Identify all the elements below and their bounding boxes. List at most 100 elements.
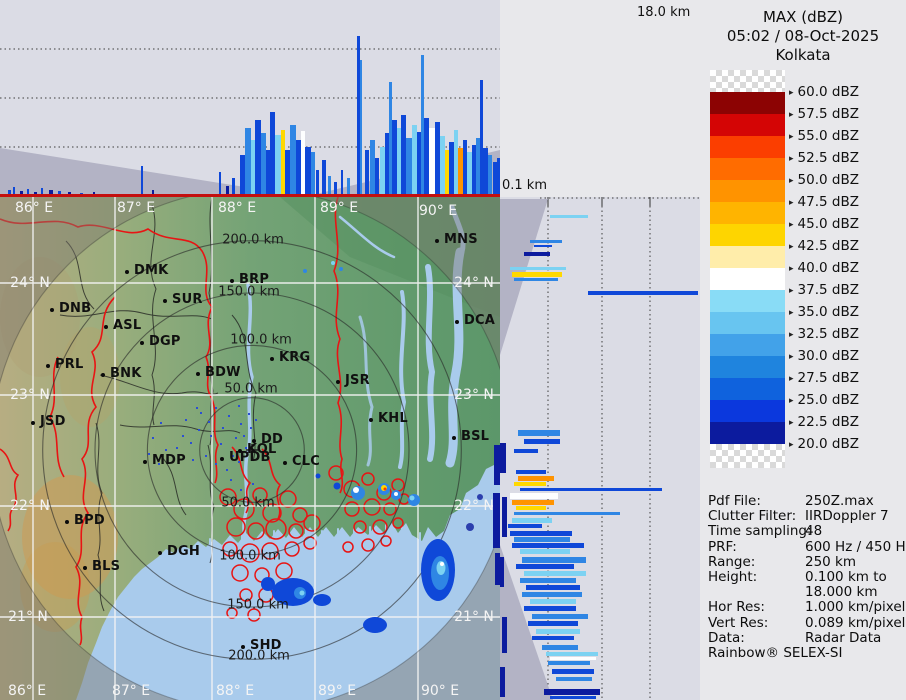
- tick-value: 42.5 dBZ: [797, 238, 859, 254]
- clutter-speckle: [255, 419, 257, 421]
- info-row: Clutter Filter: IIRDoppler 7: [708, 509, 904, 524]
- info-row: Range: 250 km: [708, 554, 904, 570]
- echo-bar: [275, 135, 281, 195]
- legend-band: [710, 312, 785, 334]
- tick-marker-icon: ▸: [789, 263, 794, 274]
- echo-bar: [550, 696, 596, 699]
- echo-bar: [520, 549, 570, 554]
- info-row: Vert Res: 0.089 km/pixel: [708, 614, 905, 631]
- echo-bar: [375, 158, 379, 195]
- echo-bar: [500, 667, 505, 697]
- legend-tick-label: ▸ 47.5 dBZ: [789, 194, 859, 210]
- info-label: Data:: [708, 629, 745, 646]
- clutter-speckle: [210, 435, 212, 437]
- legend-band: [710, 378, 785, 400]
- legend-tick-label: ▸ 30.0 dBZ: [789, 348, 859, 364]
- echo-bar: [255, 120, 261, 195]
- echo-bar: [522, 557, 586, 563]
- legend-tick-label: ▸ 42.5 dBZ: [789, 238, 859, 254]
- clutter-speckle: [215, 407, 217, 409]
- info-value: 0.100 km to: [805, 569, 887, 586]
- echo-bar: [467, 152, 472, 195]
- legend-band: [710, 158, 785, 180]
- info-value: 600 Hz / 450 Hz: [805, 538, 906, 555]
- echo-bar: [514, 278, 558, 281]
- echo-bar: [514, 482, 546, 486]
- echo-bar: [401, 115, 406, 195]
- echo-bar: [550, 215, 588, 218]
- tick-marker-icon: ▸: [789, 87, 794, 98]
- legend-band: [710, 334, 785, 356]
- echo-bar: [397, 128, 401, 195]
- legend-band: [710, 246, 785, 268]
- station-name: Kolkata: [775, 46, 831, 64]
- info-label: Vert Res:: [708, 614, 769, 631]
- echo-bar: [534, 245, 552, 247]
- echo-bar: [508, 524, 542, 528]
- clutter-speckle: [220, 443, 222, 445]
- echo-bar: [493, 162, 497, 195]
- echo-bar: [526, 585, 580, 590]
- clutter-speckle: [192, 459, 194, 461]
- echo-bar: [528, 621, 578, 626]
- echo-bar: [524, 252, 550, 256]
- echo-bar: [141, 166, 143, 195]
- clutter-speckle: [238, 461, 240, 463]
- clutter-speckle: [185, 419, 187, 421]
- legend-tick-label: ▸ 32.5 dBZ: [789, 326, 859, 342]
- echo-bar: [552, 669, 594, 674]
- echo-bar: [232, 178, 235, 195]
- echo-bar: [435, 122, 440, 195]
- echo-side-bars: [500, 215, 698, 699]
- echo-bar: [449, 142, 454, 195]
- echo-bar: [328, 176, 331, 195]
- legend-tick-label: ▸ 25.0 dBZ: [789, 392, 859, 408]
- tick-value: 35.0 dBZ: [797, 304, 859, 320]
- clutter-speckle: [165, 449, 167, 451]
- clutter-speckle: [148, 453, 150, 455]
- echo-bar: [512, 518, 552, 523]
- legend-tick-label: ▸ 20.0 dBZ: [789, 436, 859, 452]
- tick-marker-icon: ▸: [789, 417, 794, 428]
- echo-bar: [550, 657, 596, 660]
- info-label: Pdf File:: [708, 493, 761, 509]
- clutter-speckle: [158, 463, 160, 465]
- echo-bar: [510, 493, 558, 499]
- legend-below-min-swatch: [710, 444, 785, 468]
- legend-band: [710, 290, 785, 312]
- echo-bar: [389, 82, 392, 195]
- legend-header: MAX (dBZ) 05:02 / 08-Oct-2025 Kolkata: [700, 8, 906, 65]
- scan-info-panel: Pdf File: 250Z.max Clutter Filter: IIRDoppl…: [708, 493, 906, 646]
- info-row: Height: 0.100 km to: [708, 569, 904, 586]
- echo-bar: [385, 133, 389, 195]
- tick-value: 50.0 dBZ: [797, 172, 859, 188]
- echo-bar: [530, 599, 576, 604]
- echo-bar: [316, 170, 319, 195]
- legend-tick-label: ▸ 27.5 dBZ: [789, 370, 859, 386]
- echo-bar: [524, 439, 560, 444]
- echo-bar: [510, 267, 566, 270]
- tick-value: 22.5 dBZ: [797, 414, 859, 430]
- clutter-speckle: [190, 442, 192, 444]
- tick-value: 25.0 dBZ: [797, 392, 859, 408]
- info-label: Clutter Filter:: [708, 508, 797, 525]
- clutter-speckle: [232, 455, 234, 457]
- legend-tick-label: ▸ 22.5 dBZ: [789, 414, 859, 430]
- echo-bar: [311, 152, 315, 195]
- tick-marker-icon: ▸: [789, 395, 794, 406]
- clutter-speckle: [245, 447, 247, 449]
- echo-bar: [518, 430, 560, 436]
- legend-band: [710, 268, 785, 290]
- info-value: 1.000 km/pixel: [805, 599, 906, 616]
- echo-bar: [266, 150, 270, 195]
- clutter-speckle: [240, 489, 242, 491]
- echo-bar: [463, 140, 467, 195]
- echo-bar: [380, 147, 385, 195]
- legend-band: [710, 422, 785, 444]
- clutter-speckle: [228, 415, 230, 417]
- echo-bar: [514, 512, 620, 515]
- echo-bar: [516, 470, 546, 474]
- radar-map: [0, 197, 500, 700]
- clutter-speckle: [248, 413, 250, 415]
- software-credit: Rainbow® SELEX-SI: [708, 645, 843, 661]
